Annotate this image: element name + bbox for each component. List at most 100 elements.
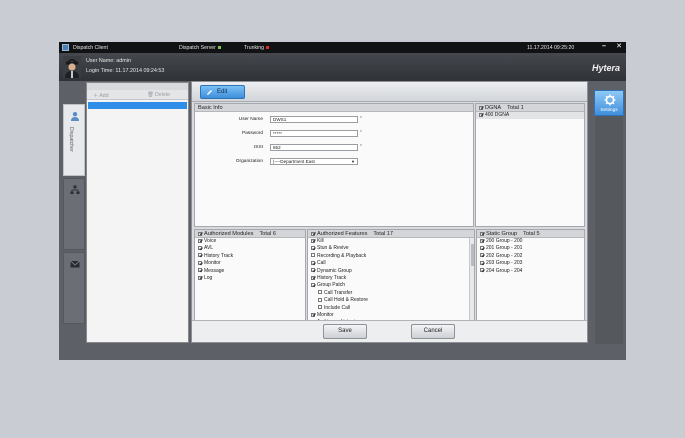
required-mark: * bbox=[360, 116, 362, 122]
close-icon[interactable]: ✕ bbox=[615, 43, 623, 51]
tab-messages[interactable] bbox=[63, 252, 85, 324]
field-value: 852 bbox=[273, 145, 281, 150]
item-label: 201 Group - 201 bbox=[486, 245, 523, 252]
item-checkbox[interactable] bbox=[318, 290, 322, 295]
item-checkbox[interactable] bbox=[311, 246, 315, 251]
item-checkbox[interactable] bbox=[311, 268, 315, 273]
item-label: AVL bbox=[204, 245, 214, 252]
organization-select[interactable]: |----Department East ▼ bbox=[270, 158, 358, 165]
features-select-all-checkbox[interactable] bbox=[311, 231, 315, 236]
item-checkbox[interactable] bbox=[198, 253, 202, 258]
list-item[interactable]: 400 DGNA bbox=[476, 112, 584, 120]
item-checkbox[interactable] bbox=[480, 246, 484, 251]
edit-button[interactable]: Edit bbox=[200, 85, 245, 99]
item-label: 204 Group - 204 bbox=[486, 267, 523, 274]
item-label: 203 Group - 203 bbox=[486, 260, 523, 267]
item-label: 202 Group - 202 bbox=[486, 252, 523, 259]
list-item[interactable]: Group Patch bbox=[308, 282, 474, 289]
required-mark: * bbox=[360, 144, 362, 150]
list-item[interactable]: Log bbox=[195, 275, 305, 282]
list-item[interactable]: Call Transfer bbox=[308, 290, 474, 297]
cancel-button[interactable]: Cancel bbox=[411, 324, 455, 339]
list-item[interactable]: 203 Group - 203 bbox=[477, 260, 584, 267]
item-label: Call Transfer bbox=[324, 289, 353, 296]
list-item[interactable]: Kill bbox=[308, 238, 474, 245]
features-total-label: Total bbox=[373, 231, 386, 237]
item-checkbox[interactable] bbox=[480, 260, 484, 265]
item-checkbox[interactable] bbox=[480, 238, 484, 243]
item-label: Message bbox=[204, 267, 225, 274]
item-label: Call bbox=[317, 260, 326, 267]
list-item[interactable]: 200 Group - 200 bbox=[477, 238, 584, 245]
item-label: Log bbox=[204, 274, 213, 281]
list-item[interactable]: 204 Group - 204 bbox=[477, 268, 584, 275]
item-checkbox[interactable] bbox=[311, 253, 315, 258]
static-group-select-all-checkbox[interactable] bbox=[480, 231, 484, 236]
app-icon bbox=[62, 44, 69, 51]
list-item[interactable]: Stun & Revive bbox=[308, 245, 474, 252]
left-tab-rail: Dispatcher bbox=[63, 104, 85, 344]
list-item-selected[interactable] bbox=[88, 102, 187, 109]
list-item[interactable]: Call bbox=[308, 260, 474, 267]
item-checkbox[interactable] bbox=[480, 253, 484, 258]
datetime: 11.17.2014 09:25:20 bbox=[527, 44, 575, 51]
add-button[interactable]: ＋ Add bbox=[93, 92, 109, 99]
modules-total-label: Total bbox=[259, 231, 272, 237]
list-item[interactable]: Recording & Playback bbox=[308, 253, 474, 260]
item-checkbox[interactable] bbox=[198, 268, 202, 273]
item-checkbox[interactable] bbox=[318, 297, 322, 302]
item-checkbox[interactable] bbox=[311, 283, 315, 288]
dgna-title: DGNA Total 1 bbox=[476, 104, 584, 112]
item-label: 400 DGNA bbox=[485, 112, 510, 118]
list-item[interactable]: Monitor bbox=[195, 260, 305, 267]
static-group-total-label: Total bbox=[523, 231, 535, 237]
header: User Name: admin Login Time: 11.17.2014 … bbox=[59, 53, 626, 81]
item-checkbox[interactable] bbox=[311, 260, 315, 265]
main-panel: Edit Basic Info User Name DWS1 * Password **… bbox=[191, 81, 588, 343]
tab-dispatcher[interactable]: Dispatcher bbox=[63, 104, 85, 176]
list-item[interactable]: Voice bbox=[195, 238, 305, 245]
action-bar: Save Cancel bbox=[192, 320, 587, 342]
field-input[interactable]: 852 bbox=[270, 144, 358, 151]
message-icon bbox=[70, 260, 80, 268]
features-scrollbar[interactable] bbox=[469, 238, 474, 320]
field-label: User Name bbox=[238, 117, 263, 122]
item-checkbox[interactable] bbox=[198, 246, 202, 251]
item-checkbox[interactable] bbox=[311, 275, 315, 280]
field-input[interactable]: DWS1 bbox=[270, 116, 358, 123]
minimize-icon[interactable]: – bbox=[600, 43, 608, 51]
modules-select-all-checkbox[interactable] bbox=[198, 231, 202, 236]
item-checkbox[interactable] bbox=[311, 238, 315, 243]
item-checkbox[interactable] bbox=[479, 112, 483, 117]
static-group-title: Static Group Total 5 bbox=[477, 230, 584, 238]
list-item[interactable]: Call Hold & Restore bbox=[308, 297, 474, 304]
features-total-count: 17 bbox=[386, 231, 393, 237]
trunking-status: Trunking bbox=[244, 45, 269, 51]
list-item[interactable]: History Track bbox=[308, 275, 474, 282]
features-scrollbar-thumb[interactable] bbox=[471, 244, 474, 266]
delete-button[interactable]: 🗑 Delete bbox=[147, 92, 170, 98]
item-checkbox[interactable] bbox=[318, 305, 322, 310]
list-item[interactable]: Message bbox=[195, 268, 305, 275]
tab-organization[interactable] bbox=[63, 178, 85, 250]
list-item[interactable]: 201 Group - 201 bbox=[477, 245, 584, 252]
item-checkbox[interactable] bbox=[198, 238, 202, 243]
item-label: Recording & Playback bbox=[317, 252, 367, 259]
item-checkbox[interactable] bbox=[480, 268, 484, 273]
dgna-select-all-checkbox[interactable] bbox=[479, 105, 483, 110]
list-item[interactable]: Include Call bbox=[308, 305, 474, 312]
field-input[interactable]: ***** bbox=[270, 130, 358, 137]
save-button[interactable]: Save bbox=[323, 324, 367, 339]
item-checkbox[interactable] bbox=[198, 260, 202, 265]
item-label: History Track bbox=[317, 274, 347, 281]
static-group-total-count: 5 bbox=[536, 231, 540, 237]
list-item[interactable]: Dynamic Group bbox=[308, 268, 474, 275]
settings-button[interactable]: Settings bbox=[594, 90, 624, 116]
list-item[interactable]: AVL bbox=[195, 245, 305, 252]
list-item[interactable]: Monitor bbox=[308, 312, 474, 319]
dgna-total-count: 1 bbox=[520, 105, 524, 111]
item-checkbox[interactable] bbox=[311, 312, 315, 317]
list-item[interactable]: History Track bbox=[195, 253, 305, 260]
item-checkbox[interactable] bbox=[198, 275, 202, 280]
list-item[interactable]: 202 Group - 202 bbox=[477, 253, 584, 260]
